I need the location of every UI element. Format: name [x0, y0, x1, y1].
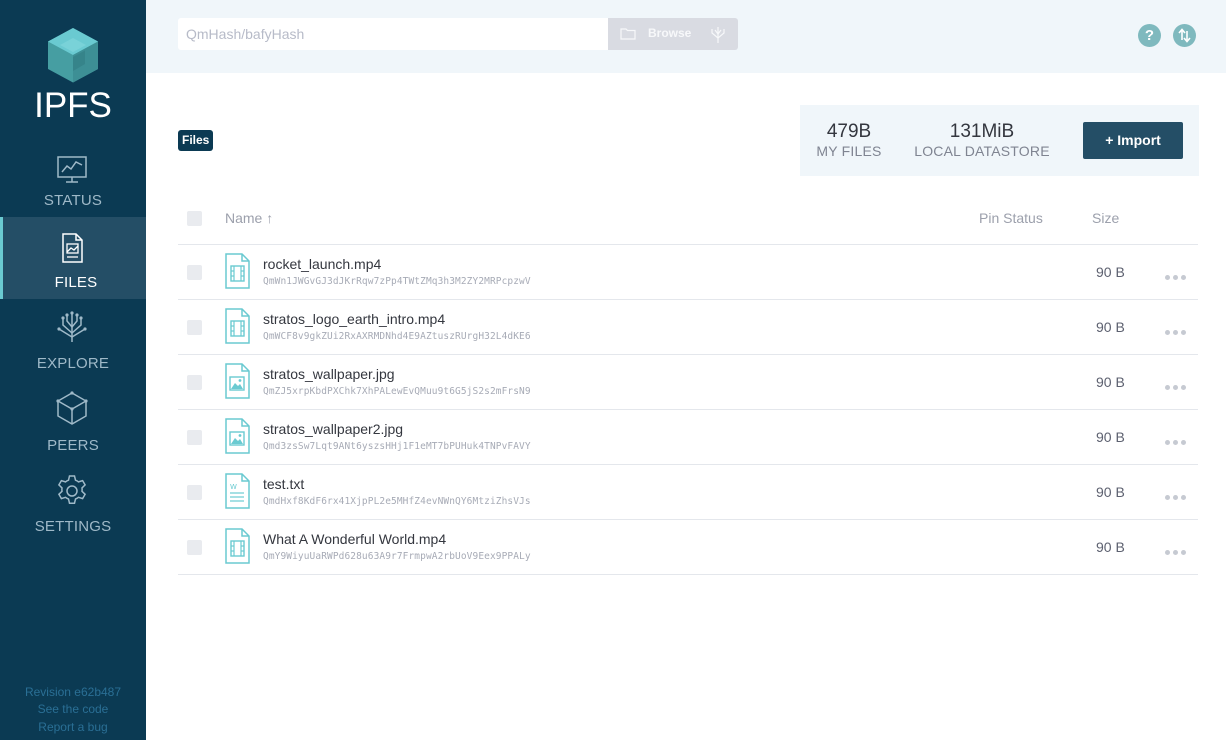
local-datastore-stat: 131MiB LOCAL DATASTORE — [912, 121, 1052, 160]
transfer-arrows-icon — [1178, 28, 1191, 43]
datastore-label: LOCAL DATASTORE — [914, 143, 1050, 159]
file-name-link[interactable]: stratos_wallpaper.jpg — [263, 366, 395, 382]
breadcrumb-files[interactable]: Files — [178, 130, 214, 151]
browse-button[interactable]: Browse — [608, 18, 738, 50]
settings-gear-icon — [57, 475, 87, 504]
text-file-icon: W — [225, 473, 250, 509]
video-file-icon — [225, 253, 250, 289]
row-checkbox[interactable] — [187, 485, 202, 500]
file-cid: QmWCF8v9gkZUi2RxAXRMDNhd4E9AZtuszRUrgH32… — [263, 331, 531, 342]
file-type-icon[interactable] — [224, 528, 250, 569]
my-files-value: 479B — [826, 121, 872, 142]
image-file-icon — [225, 363, 250, 399]
file-name-link[interactable]: test.txt — [263, 476, 304, 492]
svg-text:W: W — [230, 483, 237, 491]
cid-search-input[interactable] — [178, 18, 608, 50]
file-size: 90 B — [1096, 319, 1125, 335]
sidebar-item-peers[interactable]: PEERS — [0, 389, 146, 471]
select-all-checkbox[interactable] — [187, 211, 202, 226]
file-type-icon[interactable] — [224, 363, 250, 404]
row-checkbox[interactable] — [187, 320, 202, 335]
my-files-stat: 479B MY FILES — [814, 121, 884, 160]
explore-tree-icon — [711, 27, 725, 43]
see-code-link[interactable]: See the code — [0, 701, 146, 719]
file-cid: Qmd3zsSw7Lqt9ANt6yszsHHj1F1eMT7bPUHuk4TN… — [263, 441, 531, 452]
revision-link[interactable]: Revision e62b487 — [0, 684, 146, 702]
row-checkbox[interactable] — [187, 375, 202, 390]
sidebar-item-explore[interactable]: EXPLORE — [0, 307, 146, 389]
file-row[interactable]: What A Wonderful World.mp4 QmY9WiyuUaRWPd… — [178, 520, 1198, 575]
help-button[interactable]: ? — [1138, 24, 1161, 47]
sidebar: IPFS STATUS FILES EXPLORE PEERS SETTINGS… — [0, 0, 146, 740]
file-cid: QmWn1JWGvGJ3dJKrRqw7zPp4TWtZMq3h3M2ZY2MR… — [263, 276, 531, 287]
status-monitor-icon — [57, 156, 87, 183]
file-size: 90 B — [1096, 429, 1125, 445]
size-header[interactable]: Size — [1092, 210, 1119, 226]
ipfs-logo[interactable]: IPFS — [0, 26, 146, 124]
file-type-icon[interactable] — [224, 253, 250, 294]
sort-by-name-header[interactable]: Name ↑ — [225, 210, 273, 226]
files-document-icon — [62, 233, 83, 263]
datastore-value: 131MiB — [949, 121, 1015, 142]
file-size: 90 B — [1096, 374, 1125, 390]
file-size: 90 B — [1096, 539, 1125, 555]
ipfs-cube-logo-icon — [48, 28, 98, 83]
sidebar-footer: Revision e62b487 See the code Report a b… — [0, 684, 146, 737]
file-type-icon[interactable]: W — [224, 473, 250, 514]
sidebar-item-label: STATUS — [43, 192, 103, 209]
file-row[interactable]: rocket_launch.mp4 QmWn1JWGvGJ3dJKrRqw7zPp… — [178, 245, 1198, 300]
browse-label: Browse — [648, 26, 692, 40]
connection-status-button[interactable] — [1173, 24, 1196, 47]
file-name-link[interactable]: stratos_logo_earth_intro.mp4 — [263, 311, 445, 327]
explore-tree-icon — [57, 311, 87, 342]
row-checkbox[interactable] — [187, 430, 202, 445]
more-options-icon[interactable] — [1165, 377, 1192, 390]
file-table-header: Name ↑ Pin Status Size — [178, 200, 1198, 245]
file-name-link[interactable]: What A Wonderful World.mp4 — [263, 531, 446, 547]
top-bar: Browse ? — [146, 0, 1226, 73]
sidebar-item-status[interactable]: STATUS — [0, 144, 146, 226]
sidebar-item-label: SETTINGS — [34, 518, 112, 535]
folder-icon — [620, 28, 636, 40]
row-checkbox[interactable] — [187, 540, 202, 555]
video-file-icon — [225, 308, 250, 344]
file-name-link[interactable]: rocket_launch.mp4 — [263, 256, 381, 272]
import-button[interactable]: + Import — [1083, 122, 1183, 159]
sidebar-item-settings[interactable]: SETTINGS — [0, 470, 146, 552]
file-cid: QmZJ5xrpKbdPXChk7XhPALewEvQMuu9t6G5jS2s2… — [263, 386, 531, 397]
stats-panel: 479B MY FILES 131MiB LOCAL DATASTORE + I… — [800, 105, 1199, 176]
more-options-icon[interactable] — [1165, 432, 1192, 445]
pin-status-header[interactable]: Pin Status — [979, 210, 1043, 226]
file-size: 90 B — [1096, 264, 1125, 280]
file-type-icon[interactable] — [224, 308, 250, 349]
file-row[interactable]: stratos_logo_earth_intro.mp4 QmWCF8v9gkZU… — [178, 300, 1198, 355]
more-options-icon[interactable] — [1165, 267, 1192, 280]
video-file-icon — [225, 528, 250, 564]
sidebar-item-label: EXPLORE — [36, 355, 110, 372]
file-size: 90 B — [1096, 484, 1125, 500]
more-options-icon[interactable] — [1165, 487, 1192, 500]
more-options-icon[interactable] — [1165, 542, 1192, 555]
sidebar-item-label: PEERS — [47, 437, 99, 454]
more-options-icon[interactable] — [1165, 322, 1192, 335]
peers-cube-icon — [56, 391, 88, 425]
file-row[interactable]: stratos_wallpaper.jpg QmZJ5xrpKbdPXChk7Xh… — [178, 355, 1198, 410]
my-files-label: MY FILES — [816, 143, 882, 159]
sidebar-item-label: FILES — [54, 274, 98, 291]
image-file-icon — [225, 418, 250, 454]
file-cid: QmdHxf8KdF6rx41XjpPL2e5MHfZ4evNWnQY6Mtzi… — [263, 496, 531, 507]
file-row[interactable]: stratos_wallpaper2.jpg Qmd3zsSw7Lqt9ANt6y… — [178, 410, 1198, 465]
file-cid: QmY9WiyuUaRWPd628u63A9r7FrmpwA2rbUoV9Eex… — [263, 551, 531, 562]
file-type-icon[interactable] — [224, 418, 250, 459]
file-row[interactable]: Wtest.txt QmdHxf8KdF6rx41XjpPL2e5MHfZ4evN… — [178, 465, 1198, 520]
report-bug-link[interactable]: Report a bug — [0, 719, 146, 737]
row-checkbox[interactable] — [187, 265, 202, 280]
sidebar-item-files[interactable]: FILES — [0, 217, 146, 299]
logo-text: IPFS — [34, 86, 112, 125]
file-name-link[interactable]: stratos_wallpaper2.jpg — [263, 421, 403, 437]
